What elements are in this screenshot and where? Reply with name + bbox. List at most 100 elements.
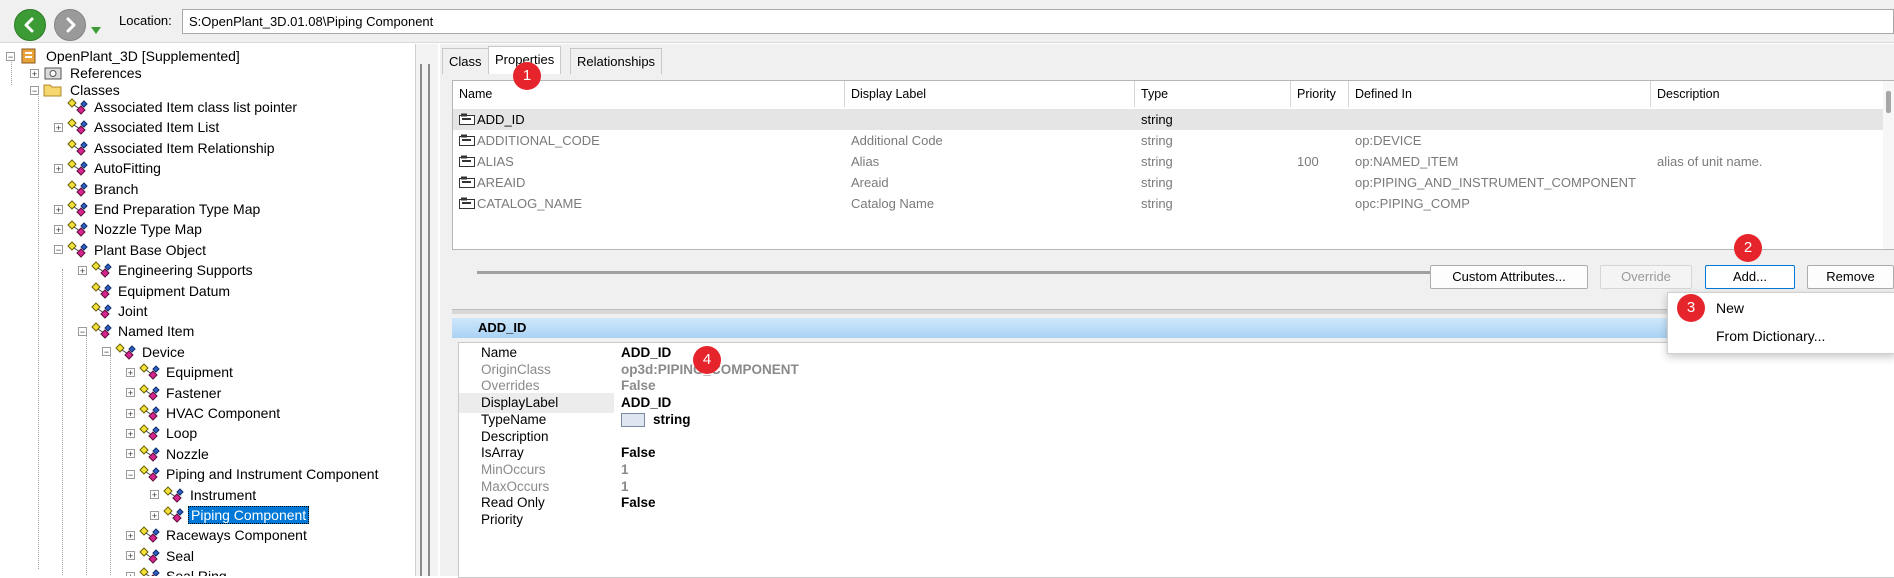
forward-arrow-icon[interactable] xyxy=(54,9,86,41)
expand-icon[interactable]: + xyxy=(54,224,63,234)
tree-item[interactable]: Equipment Datum xyxy=(78,281,232,300)
collapse-icon[interactable]: − xyxy=(126,469,135,479)
tree-label: Equipment xyxy=(166,364,233,381)
menu-item-new[interactable]: New xyxy=(1716,300,1744,316)
table-row[interactable]: CATALOG_NAME Catalog Name string opc:PIPING… xyxy=(453,193,1883,214)
tree-label: Device xyxy=(142,343,185,360)
table-row[interactable]: ADDITIONAL_CODE Additional Code string op:D… xyxy=(453,130,1883,151)
class-node-icon xyxy=(139,424,161,442)
tree-guide xyxy=(62,269,63,576)
class-node-icon xyxy=(91,302,113,320)
tree-item[interactable]: + Raceways Component xyxy=(126,526,309,544)
expand-icon[interactable]: + xyxy=(30,68,39,78)
tree-item[interactable]: − Plant Base Object xyxy=(54,241,208,259)
table-cell-defined: op:NAMED_ITEM xyxy=(1355,154,1459,169)
column-header-description[interactable]: Description xyxy=(1651,81,1883,107)
override-button[interactable]: Override xyxy=(1600,265,1692,289)
table-row[interactable]: ADD_ID string xyxy=(453,109,1883,130)
scroll-thumb[interactable] xyxy=(1886,91,1891,113)
expand-icon[interactable]: + xyxy=(126,571,135,576)
expand-icon[interactable]: + xyxy=(126,408,135,418)
tree-item[interactable]: − Device xyxy=(102,343,187,361)
collapse-icon[interactable]: − xyxy=(54,245,63,255)
column-header-display-label[interactable]: Display Label xyxy=(845,81,1135,107)
expand-icon[interactable]: + xyxy=(126,449,135,459)
tree-label: Equipment Datum xyxy=(118,282,231,299)
table-cell-name: ADDITIONAL_CODE xyxy=(477,133,600,148)
location-input[interactable]: S:OpenPlant_3D.01.08\Piping Component xyxy=(182,9,1894,34)
collapse-icon[interactable]: − xyxy=(6,51,15,61)
column-header-defined-in[interactable]: Defined In xyxy=(1349,81,1651,107)
tab-relationships[interactable]: Relationships xyxy=(570,48,663,74)
tree-label: Joint xyxy=(118,303,148,319)
tree-label: Associated Item class list pointer xyxy=(94,99,298,115)
column-header-name[interactable]: Name xyxy=(453,81,845,107)
expand-icon[interactable]: + xyxy=(54,204,63,214)
tree-item[interactable]: + Nozzle xyxy=(126,445,211,463)
tree-item-classes[interactable]: − Classes xyxy=(30,81,122,99)
table-row[interactable]: AREAID Areaid string op:PIPING_AND_INSTRUME… xyxy=(453,172,1883,193)
tree-item[interactable]: + AutoFitting xyxy=(54,159,163,177)
tree-item[interactable]: + Engineering Supports xyxy=(78,261,255,279)
tree-item[interactable]: + Loop xyxy=(126,424,199,442)
class-node-icon xyxy=(163,485,185,504)
table-row[interactable]: ALIAS Alias string 100 op:NAMED_ITEM alias of… xyxy=(453,151,1883,172)
expand-icon[interactable]: + xyxy=(78,265,87,275)
expand-icon[interactable]: + xyxy=(54,163,63,173)
class-node-icon xyxy=(139,547,161,565)
custom-attributes-button[interactable]: Custom Attributes... xyxy=(1430,265,1588,289)
tree-item[interactable]: + Piping Component xyxy=(150,506,310,524)
class-node-icon xyxy=(67,139,89,157)
tree-item[interactable]: + Equipment xyxy=(126,363,235,381)
tree-scrollbar[interactable] xyxy=(415,44,438,576)
table-cell-label: Additional Code xyxy=(851,133,943,148)
tree-item[interactable]: Associated Item Relationship xyxy=(54,139,277,157)
tree-item[interactable]: Branch xyxy=(54,179,140,198)
collapse-icon[interactable]: − xyxy=(78,326,87,336)
expand-icon[interactable]: + xyxy=(126,367,135,377)
collapse-icon[interactable]: − xyxy=(30,85,39,95)
expand-icon[interactable]: + xyxy=(150,490,159,500)
tree-item[interactable]: − Named Item xyxy=(78,322,196,340)
expand-icon[interactable]: + xyxy=(150,510,159,520)
table-cell-type: string xyxy=(1141,175,1173,190)
menu-item-from-dictionary[interactable]: From Dictionary... xyxy=(1716,328,1825,344)
property-row[interactable]: Priority xyxy=(459,510,1894,530)
tree-item[interactable]: + Seal xyxy=(126,547,196,565)
tree-item[interactable]: − Piping and Instrument Component xyxy=(126,465,380,483)
tree-item[interactable]: + End Preparation Type Map xyxy=(54,200,262,218)
add-button[interactable]: Add... xyxy=(1705,265,1795,289)
step-badge: 4 xyxy=(693,346,721,374)
tree-item[interactable]: + Nozzle Type Map xyxy=(54,220,204,238)
tree-item[interactable]: + Seal Ring xyxy=(126,567,229,576)
column-header-type[interactable]: Type xyxy=(1135,81,1291,107)
expand-icon[interactable]: + xyxy=(126,551,135,561)
expand-icon[interactable]: + xyxy=(54,122,63,132)
tree-item[interactable]: + Associated Item List xyxy=(54,118,221,136)
expand-icon[interactable]: + xyxy=(126,428,135,438)
grid-horizontal-scrollbar[interactable] xyxy=(477,271,1445,274)
collapse-icon[interactable]: − xyxy=(102,347,111,357)
back-arrow-icon[interactable] xyxy=(14,9,46,41)
tree-label: Associated Item List xyxy=(94,119,220,136)
column-header-priority[interactable]: Priority xyxy=(1291,81,1349,107)
expand-icon[interactable]: + xyxy=(126,530,135,540)
tree-item[interactable]: Joint xyxy=(78,302,150,320)
splitter-grip[interactable] xyxy=(428,64,430,576)
tree-label: Loop xyxy=(166,425,198,442)
chevron-down-icon[interactable] xyxy=(91,22,101,38)
properties-grid: Name Display Label Type Priority Defined… xyxy=(452,80,1894,274)
tree-item[interactable]: + Fastener xyxy=(126,383,223,402)
splitter-grip[interactable] xyxy=(420,64,422,576)
grid-vertical-scrollbar[interactable] xyxy=(1883,81,1894,249)
expand-icon[interactable]: + xyxy=(126,388,135,398)
tree-item[interactable]: + Instrument xyxy=(150,485,258,504)
remove-button[interactable]: Remove xyxy=(1807,265,1894,289)
tree-item-references[interactable]: + References xyxy=(30,64,144,82)
tree-item[interactable]: Associated Item class list pointer xyxy=(54,98,299,116)
table-cell-type: string xyxy=(1141,196,1173,211)
tab-class[interactable]: Class xyxy=(442,48,489,74)
tree-item[interactable]: + HVAC Component xyxy=(126,404,282,422)
tree-label: References xyxy=(70,65,142,81)
tree-item-root[interactable]: − OpenPlant_3D [Supplemented] xyxy=(6,47,242,65)
